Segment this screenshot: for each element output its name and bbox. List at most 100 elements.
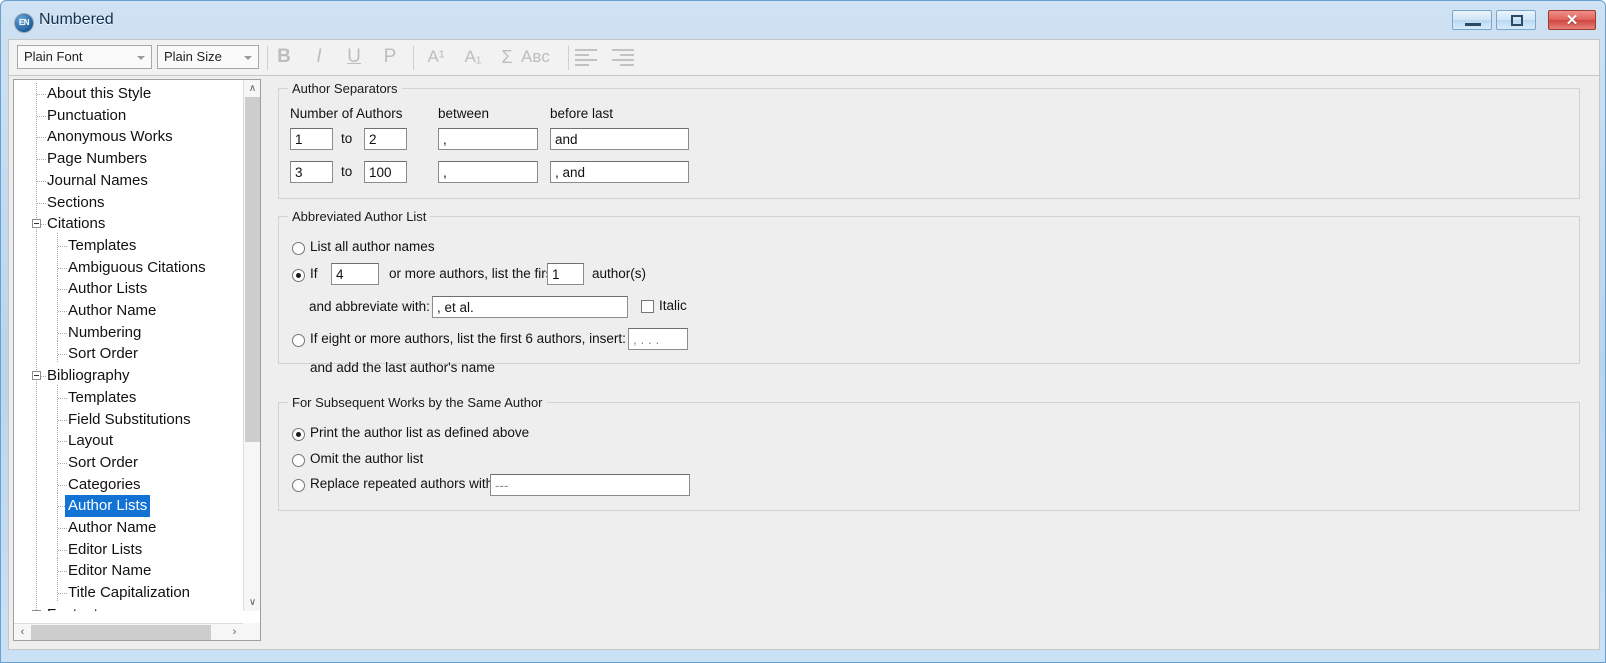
scrollbar-corner bbox=[243, 623, 260, 640]
before-last-separator-field-2[interactable]: , and bbox=[550, 161, 689, 183]
sidebar-item-label: Anonymous Works bbox=[47, 128, 173, 146]
tree-items: About this Style Punctuation Anonymous Wor… bbox=[14, 80, 243, 611]
collapse-icon[interactable] bbox=[32, 609, 41, 611]
close-icon: ✕ bbox=[1565, 12, 1579, 29]
sidebar-item-field-substitutions[interactable]: Field Substitutions bbox=[14, 409, 243, 431]
sidebar-item-sort-order[interactable]: Sort Order bbox=[14, 343, 243, 365]
style-sections-tree[interactable]: About this Style Punctuation Anonymous Wor… bbox=[13, 79, 261, 641]
superscript-button[interactable]: A¹ bbox=[420, 43, 452, 71]
radio-if-n-or-more-authors[interactable] bbox=[292, 269, 305, 282]
underline-button[interactable]: U bbox=[342, 43, 366, 71]
sidebar-item-templates[interactable]: Templates bbox=[14, 235, 243, 257]
label-list-all-author-names: List all author names bbox=[310, 239, 435, 254]
abbreviate-with-field[interactable]: , et al. bbox=[432, 296, 628, 318]
col-header-number-of-authors: Number of Authors bbox=[290, 106, 403, 121]
radio-print-author-list[interactable] bbox=[292, 428, 305, 441]
subscript-button[interactable]: A₁ bbox=[457, 43, 489, 71]
sidebar-item-layout[interactable]: Layout bbox=[14, 430, 243, 452]
radio-omit-author-list[interactable] bbox=[292, 454, 305, 467]
radio-if-eight-or-more[interactable] bbox=[292, 334, 305, 347]
scroll-down-icon[interactable]: ∨ bbox=[244, 594, 260, 611]
maximize-icon bbox=[1511, 15, 1523, 26]
label-if-eight-or-more: If eight or more authors, list the first… bbox=[310, 331, 626, 346]
insert-separator-field[interactable]: , . . . bbox=[628, 328, 688, 350]
sidebar-item-editor-name[interactable]: Editor Name bbox=[14, 560, 243, 582]
italic-button[interactable]: I bbox=[307, 43, 331, 71]
tree-horizontal-scrollbar[interactable]: ‹ › bbox=[14, 623, 243, 640]
sidebar-item-ambiguous-citations[interactable]: Ambiguous Citations bbox=[14, 257, 243, 279]
vertical-scroll-thumb[interactable] bbox=[245, 97, 260, 442]
toolbar-separator bbox=[267, 46, 268, 70]
symbol-button[interactable]: Σ bbox=[495, 43, 519, 71]
authors-to-field-2[interactable]: 100 bbox=[364, 161, 407, 183]
label-if-prefix: If bbox=[310, 266, 318, 281]
sidebar-item-sections[interactable]: Sections bbox=[14, 192, 243, 214]
font-family-select[interactable]: Plain Font bbox=[17, 45, 152, 69]
sidebar-item-page-numbers[interactable]: Page Numbers bbox=[14, 148, 243, 170]
radio-replace-repeated-authors[interactable] bbox=[292, 479, 305, 492]
authors-from-field-1[interactable]: 1 bbox=[290, 128, 333, 150]
sidebar-item-sort-order[interactable]: Sort Order bbox=[14, 452, 243, 474]
endnote-app-icon: EN bbox=[14, 13, 34, 33]
bold-button[interactable]: B bbox=[272, 43, 296, 71]
sidebar-item-citations[interactable]: Citations bbox=[14, 213, 243, 235]
collapse-icon[interactable] bbox=[32, 371, 41, 381]
horizontal-scroll-thumb[interactable] bbox=[31, 625, 211, 640]
sidebar-item-author-lists[interactable]: Author Lists bbox=[14, 495, 243, 518]
close-button[interactable]: ✕ bbox=[1548, 10, 1596, 30]
font-size-select[interactable]: Plain Size bbox=[157, 45, 259, 69]
sidebar-item-label: About this Style bbox=[47, 85, 152, 102]
align-right-button[interactable] bbox=[612, 49, 634, 66]
sidebar-item-numbering[interactable]: Numbering bbox=[14, 322, 243, 344]
scroll-left-icon[interactable]: ‹ bbox=[14, 624, 31, 640]
sidebar-item-about-this-style[interactable]: About this Style bbox=[14, 83, 243, 105]
sidebar-item-templates[interactable]: Templates bbox=[14, 387, 243, 409]
between-separator-field-1[interactable]: , bbox=[438, 128, 538, 150]
align-left-button[interactable] bbox=[575, 49, 597, 66]
minimize-icon bbox=[1465, 23, 1481, 26]
plain-button[interactable]: P bbox=[378, 43, 402, 71]
font-size-value: Plain Size bbox=[164, 49, 222, 64]
label-add-last-author-name: and add the last author's name bbox=[310, 360, 495, 375]
scroll-right-icon[interactable]: › bbox=[226, 624, 243, 640]
abbreviated-author-list-group: Abbreviated Author List List all author … bbox=[278, 209, 1580, 375]
sidebar-item-title-capitalization[interactable]: Title Capitalization bbox=[14, 582, 243, 604]
sidebar-item-label: Layout bbox=[68, 432, 114, 450]
collapse-icon[interactable] bbox=[32, 219, 41, 229]
scroll-up-icon[interactable]: ∧ bbox=[244, 80, 260, 97]
sidebar-item-punctuation[interactable]: Punctuation bbox=[14, 105, 243, 127]
authors-from-field-2[interactable]: 3 bbox=[290, 161, 333, 183]
radio-list-all-author-names[interactable] bbox=[292, 242, 305, 255]
italic-checkbox[interactable] bbox=[641, 300, 654, 313]
tree-vertical-scrollbar[interactable]: ∧ ∨ bbox=[243, 80, 260, 611]
label-replace-repeated-authors: Replace repeated authors with: bbox=[310, 476, 497, 491]
sidebar-item-label: Citations bbox=[47, 215, 106, 233]
minimize-button[interactable] bbox=[1452, 10, 1492, 30]
sidebar-item-editor-lists[interactable]: Editor Lists bbox=[14, 539, 243, 561]
sidebar-item-bibliography[interactable]: Bibliography bbox=[14, 365, 243, 387]
first-authors-count-field[interactable]: 1 bbox=[547, 263, 584, 285]
content-area: About this Style Punctuation Anonymous Wor… bbox=[8, 75, 1600, 650]
label-print-author-list: Print the author list as defined above bbox=[310, 425, 530, 440]
maximize-button[interactable] bbox=[1496, 10, 1536, 30]
authors-to-field-1[interactable]: 2 bbox=[364, 128, 407, 150]
replace-repeated-authors-field[interactable]: --- bbox=[490, 474, 690, 496]
abbreviated-author-list-title: Abbreviated Author List bbox=[288, 209, 431, 224]
before-last-separator-field-1[interactable]: and bbox=[550, 128, 689, 150]
sidebar-item-categories[interactable]: Categories bbox=[14, 474, 243, 496]
label-italic: Italic bbox=[659, 298, 687, 313]
chevron-down-icon bbox=[244, 56, 252, 60]
author-threshold-field[interactable]: 4 bbox=[331, 263, 379, 285]
sidebar-item-author-name[interactable]: Author Name bbox=[14, 517, 243, 539]
sidebar-item-journal-names[interactable]: Journal Names bbox=[14, 170, 243, 192]
sidebar-item-footnotes[interactable]: Footnotes bbox=[14, 604, 243, 611]
small-caps-button[interactable]: Aʙᴄ bbox=[521, 43, 563, 71]
sidebar-item-author-lists[interactable]: Author Lists bbox=[14, 278, 243, 300]
sidebar-item-label: Numbering bbox=[68, 323, 142, 341]
sidebar-item-anonymous-works[interactable]: Anonymous Works bbox=[14, 126, 243, 148]
between-separator-field-2[interactable]: , bbox=[438, 161, 538, 183]
sidebar-item-label: Sections bbox=[47, 193, 105, 211]
sidebar-item-label: Categories bbox=[68, 475, 141, 493]
title-bar: EN Numbered ✕ bbox=[1, 1, 1605, 41]
sidebar-item-author-name[interactable]: Author Name bbox=[14, 300, 243, 322]
